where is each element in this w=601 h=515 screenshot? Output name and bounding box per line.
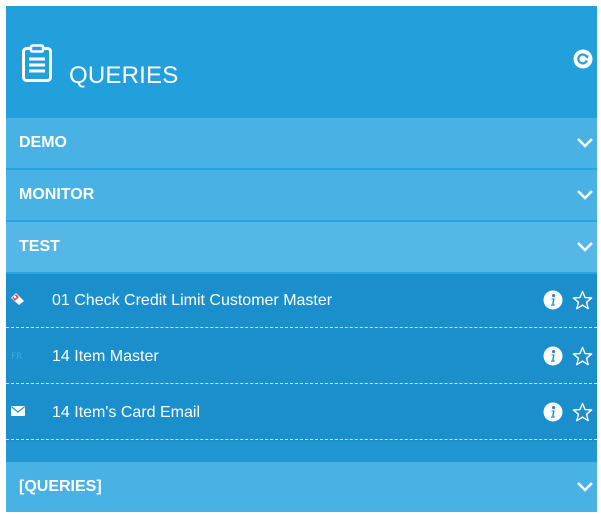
chevron-down-icon bbox=[577, 190, 593, 200]
list-item-label: 14 Item's Card Email bbox=[52, 404, 200, 421]
panel-header: QUERIES bbox=[6, 6, 597, 118]
star-icon[interactable] bbox=[572, 402, 593, 423]
list-item[interactable]: 14 Item's Card Email bbox=[6, 386, 597, 440]
faded-item-icon: FR bbox=[11, 352, 22, 362]
list-item[interactable]: 01 Check Credit Limit Customer Master bbox=[6, 274, 597, 328]
star-icon[interactable] bbox=[572, 346, 593, 367]
section-queries[interactable]: [QUERIES] bbox=[6, 462, 597, 512]
list-item-label: 14 Item Master bbox=[52, 348, 159, 365]
star-icon[interactable] bbox=[572, 290, 593, 311]
queries-panel: QUERIES DEMO MONITOR TEST 01 Check Credi… bbox=[6, 6, 597, 512]
chevron-down-icon bbox=[577, 242, 593, 252]
section-label: DEMO bbox=[19, 134, 67, 151]
divider bbox=[6, 327, 597, 328]
divider bbox=[6, 383, 597, 384]
chevron-down-icon bbox=[577, 138, 593, 148]
list-item-label: 01 Check Credit Limit Customer Master bbox=[52, 292, 333, 309]
section-label: [QUERIES] bbox=[19, 478, 102, 495]
info-icon[interactable] bbox=[543, 290, 563, 310]
svg-text:FR: FR bbox=[11, 352, 22, 362]
section-label: MONITOR bbox=[19, 186, 95, 203]
list-item[interactable]: FR 14 Item Master bbox=[6, 330, 597, 384]
chevron-down-icon bbox=[577, 482, 593, 492]
section-test[interactable]: TEST bbox=[6, 222, 597, 272]
document-list-icon bbox=[22, 44, 52, 82]
panel-title: QUERIES bbox=[69, 62, 179, 89]
list-spacer bbox=[6, 442, 597, 462]
divider bbox=[6, 439, 597, 440]
refresh-icon[interactable] bbox=[573, 49, 593, 69]
info-icon[interactable] bbox=[543, 402, 563, 422]
section-label: TEST bbox=[19, 238, 60, 255]
section-monitor[interactable]: MONITOR bbox=[6, 170, 597, 220]
test-query-list: 01 Check Credit Limit Customer Master FR… bbox=[6, 274, 597, 442]
tag-icon bbox=[11, 293, 24, 305]
section-demo[interactable]: DEMO bbox=[6, 118, 597, 168]
info-icon[interactable] bbox=[543, 346, 563, 366]
mail-icon bbox=[11, 406, 25, 416]
